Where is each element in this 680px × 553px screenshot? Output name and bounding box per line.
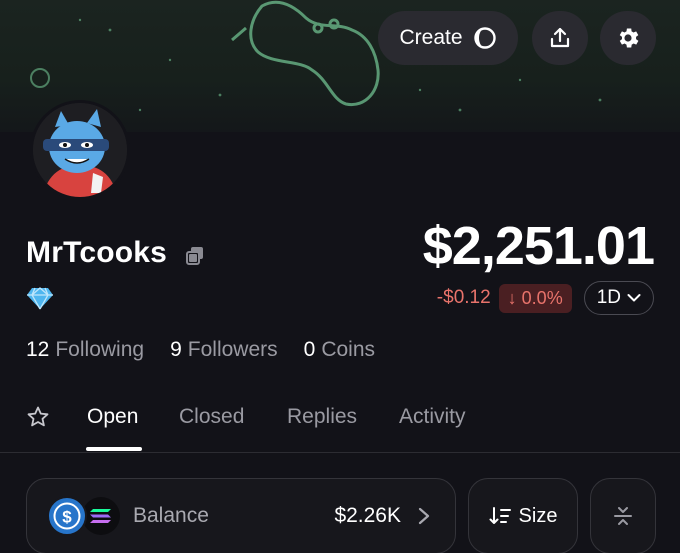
star-icon[interactable]	[26, 405, 50, 429]
usdc-coin-icon: $	[47, 496, 87, 536]
tab-bar: Open Closed Replies Activity	[0, 395, 680, 453]
gear-icon	[619, 28, 639, 48]
tab-activity[interactable]: Activity	[399, 405, 466, 429]
active-tab-indicator	[86, 447, 142, 451]
change-percent-badge: ↓ 0.0%	[498, 283, 572, 313]
profile-stats: 12 Following 9 Followers 0 Coins	[26, 338, 375, 362]
balance-label: Balance	[133, 504, 209, 527]
portfolio-change-row: -$0.12 ↓ 0.0% 1D	[437, 281, 654, 315]
stat-coins[interactable]: 0 Coins	[304, 338, 375, 362]
sort-size-label: Size	[518, 504, 558, 527]
chevron-down-icon	[627, 294, 641, 302]
stat-label: Following	[55, 338, 145, 361]
copy-icon[interactable]	[184, 245, 206, 267]
tab-closed[interactable]: Closed	[179, 405, 244, 429]
share-button[interactable]	[532, 11, 588, 65]
settings-button[interactable]	[600, 11, 656, 65]
period-selector[interactable]: 1D	[583, 281, 654, 315]
sort-descending-icon	[489, 507, 511, 524]
period-label: 1D	[596, 287, 621, 308]
stat-count: 9	[170, 338, 182, 361]
portfolio-value: $2,251.01	[422, 216, 655, 276]
username: MrTcooks	[26, 236, 168, 269]
sort-size-button[interactable]: Size	[468, 478, 578, 553]
coin-stack: $	[47, 496, 127, 536]
chevron-right-icon	[418, 507, 430, 525]
stat-label: Coins	[321, 338, 376, 361]
collapse-button[interactable]	[590, 478, 656, 553]
stat-count: 12	[26, 338, 50, 361]
diamond-icon	[27, 287, 53, 310]
change-amount: -$0.12	[436, 287, 491, 308]
solana-coin-icon	[82, 497, 120, 535]
stat-followers[interactable]: 9 Followers	[170, 338, 278, 362]
stat-count: 0	[303, 338, 316, 361]
balance-amount: $2.26K	[334, 504, 401, 527]
stat-following[interactable]: 12 Following	[26, 338, 144, 362]
create-button-label: Create	[399, 26, 463, 49]
upload-icon	[550, 27, 570, 48]
create-spinner-icon	[473, 27, 496, 49]
collapse-icon	[614, 507, 632, 525]
tab-open[interactable]: Open	[87, 405, 138, 429]
balance-card[interactable]: $ Balance $2.26K	[26, 478, 456, 553]
create-button[interactable]: Create	[378, 11, 518, 65]
avatar[interactable]	[30, 100, 130, 200]
avatar-image	[33, 103, 127, 197]
tab-replies[interactable]: Replies	[287, 405, 357, 429]
stat-label: Followers	[187, 338, 278, 361]
svg-text:$: $	[62, 508, 72, 527]
